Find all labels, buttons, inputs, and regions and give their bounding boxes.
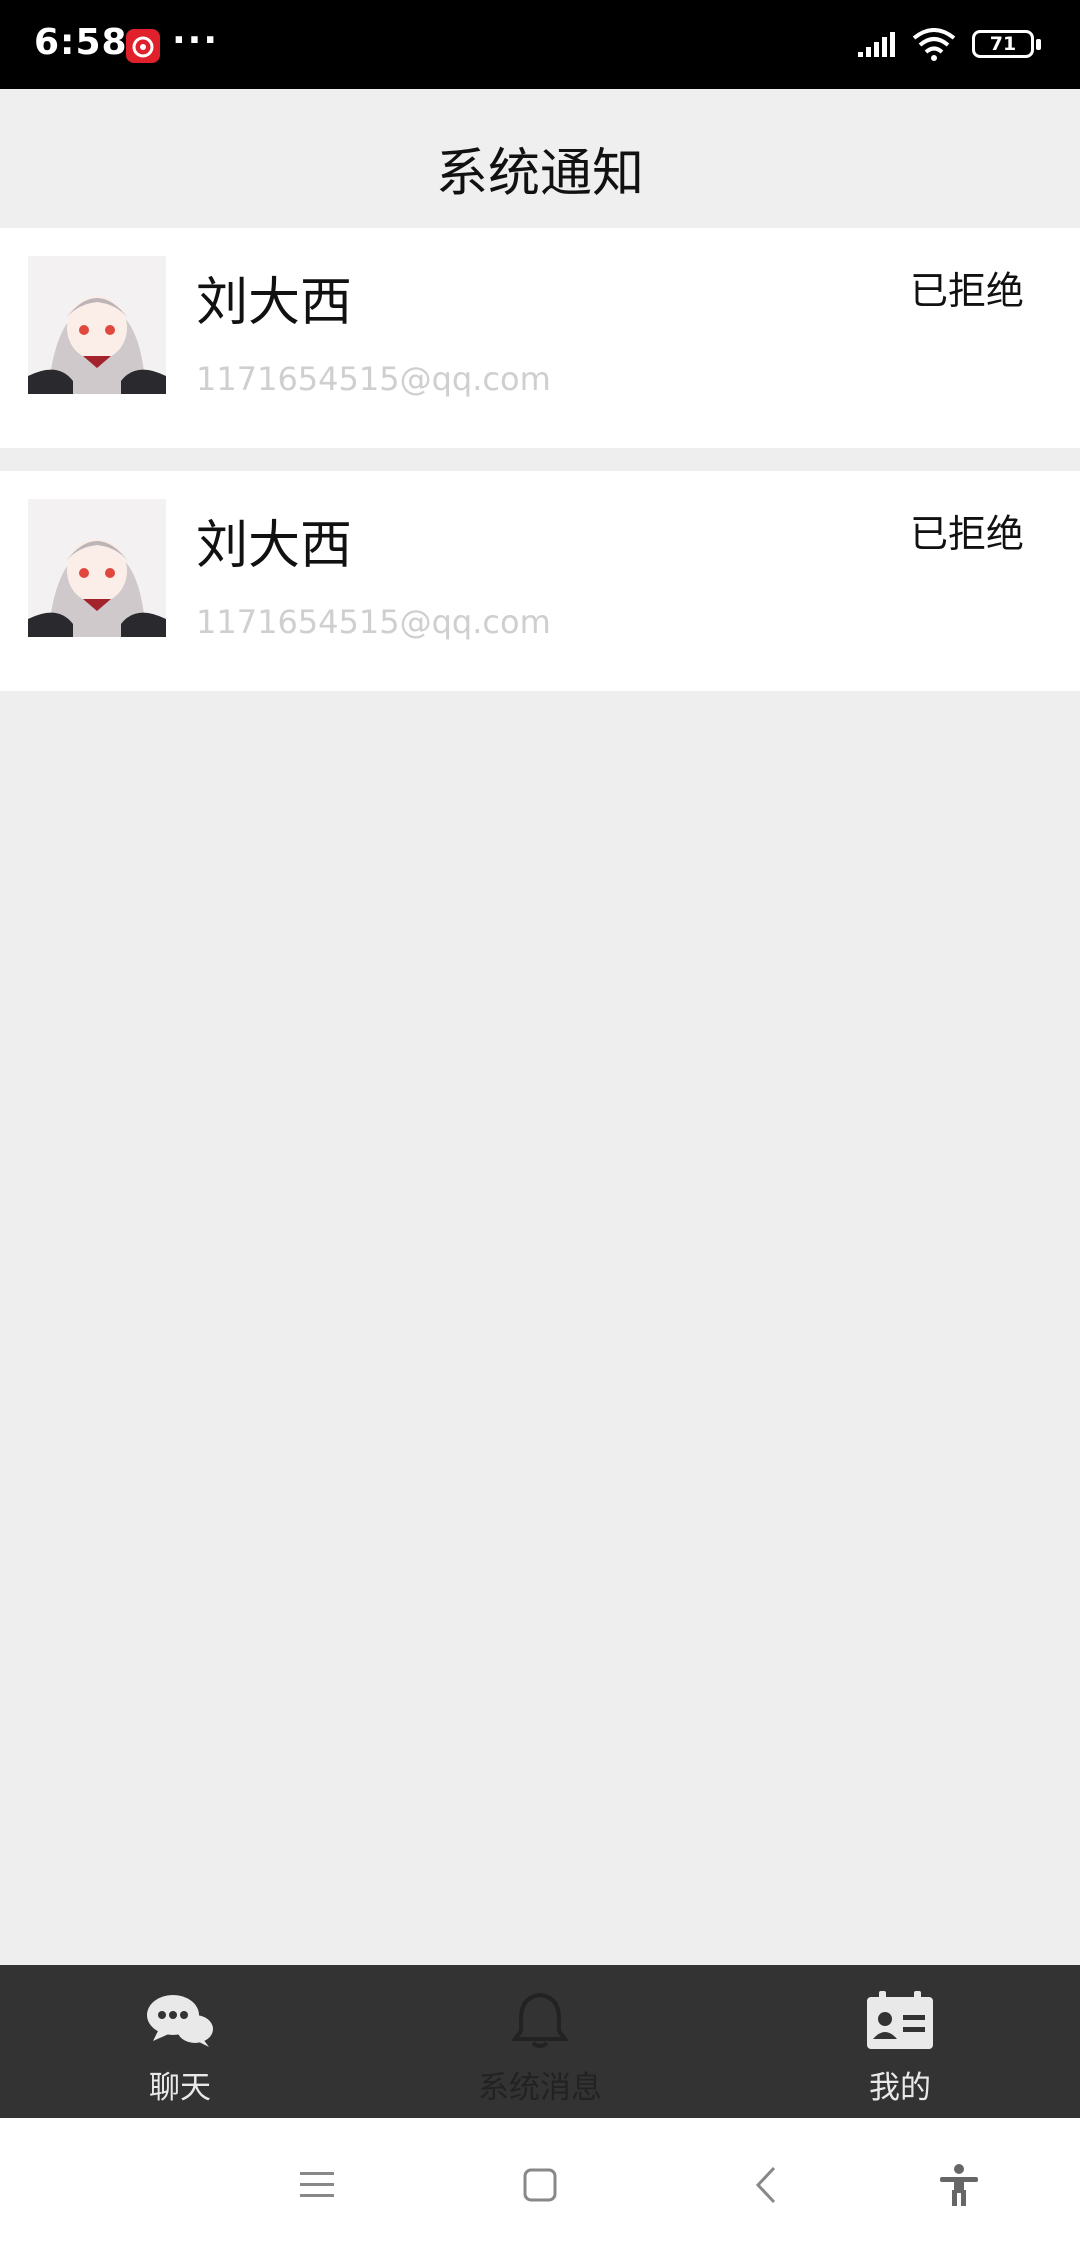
avatar bbox=[28, 499, 166, 637]
tab-me[interactable]: 我的 bbox=[720, 1965, 1080, 2118]
notification-item[interactable]: 刘大西 1171654515@qq.com 已拒绝 bbox=[0, 471, 1080, 691]
signal-icon bbox=[858, 32, 895, 57]
battery-tip bbox=[1036, 39, 1041, 50]
wifi-icon bbox=[912, 28, 956, 61]
tab-chat-label: 聊天 bbox=[149, 2070, 211, 2106]
battery-icon: 71 bbox=[972, 30, 1034, 58]
notification-item[interactable]: 刘大西 1171654515@qq.com 已拒绝 bbox=[0, 228, 1080, 448]
page-title: 系统通知 bbox=[435, 144, 644, 204]
system-nav-bar bbox=[0, 2118, 1080, 2248]
chat-icon bbox=[147, 1995, 213, 2047]
bottom-tab-bar: 聊天 系统消息 我的 bbox=[0, 1965, 1080, 2118]
accessibility-icon[interactable] bbox=[934, 2160, 984, 2210]
menu-icon[interactable] bbox=[292, 2160, 342, 2210]
header: 系统通知 bbox=[0, 89, 1080, 226]
status-badge: 已拒绝 bbox=[910, 269, 1025, 313]
tab-system-messages[interactable]: 系统消息 bbox=[360, 1965, 720, 2118]
contact-card-icon bbox=[867, 1991, 933, 2049]
status-badge: 已拒绝 bbox=[910, 512, 1025, 556]
sender-name: 刘大西 bbox=[196, 273, 353, 333]
bell-icon bbox=[511, 1992, 569, 2048]
sender-email: 1171654515@qq.com bbox=[196, 603, 551, 641]
tab-me-label: 我的 bbox=[869, 2070, 931, 2106]
home-icon[interactable] bbox=[515, 2160, 565, 2210]
status-time: 6:58 bbox=[34, 22, 128, 63]
tab-chat[interactable]: 聊天 bbox=[0, 1965, 360, 2118]
sender-email: 1171654515@qq.com bbox=[196, 360, 551, 398]
tab-system-messages-label: 系统消息 bbox=[478, 2070, 602, 2106]
battery-level: 71 bbox=[989, 33, 1017, 55]
netease-music-icon bbox=[126, 29, 160, 63]
avatar bbox=[28, 256, 166, 394]
more-notifications-icon: ··· bbox=[172, 20, 220, 61]
back-icon[interactable] bbox=[742, 2160, 792, 2210]
sender-name: 刘大西 bbox=[196, 516, 353, 576]
status-bar: 6:58 ··· 71 bbox=[0, 0, 1080, 89]
